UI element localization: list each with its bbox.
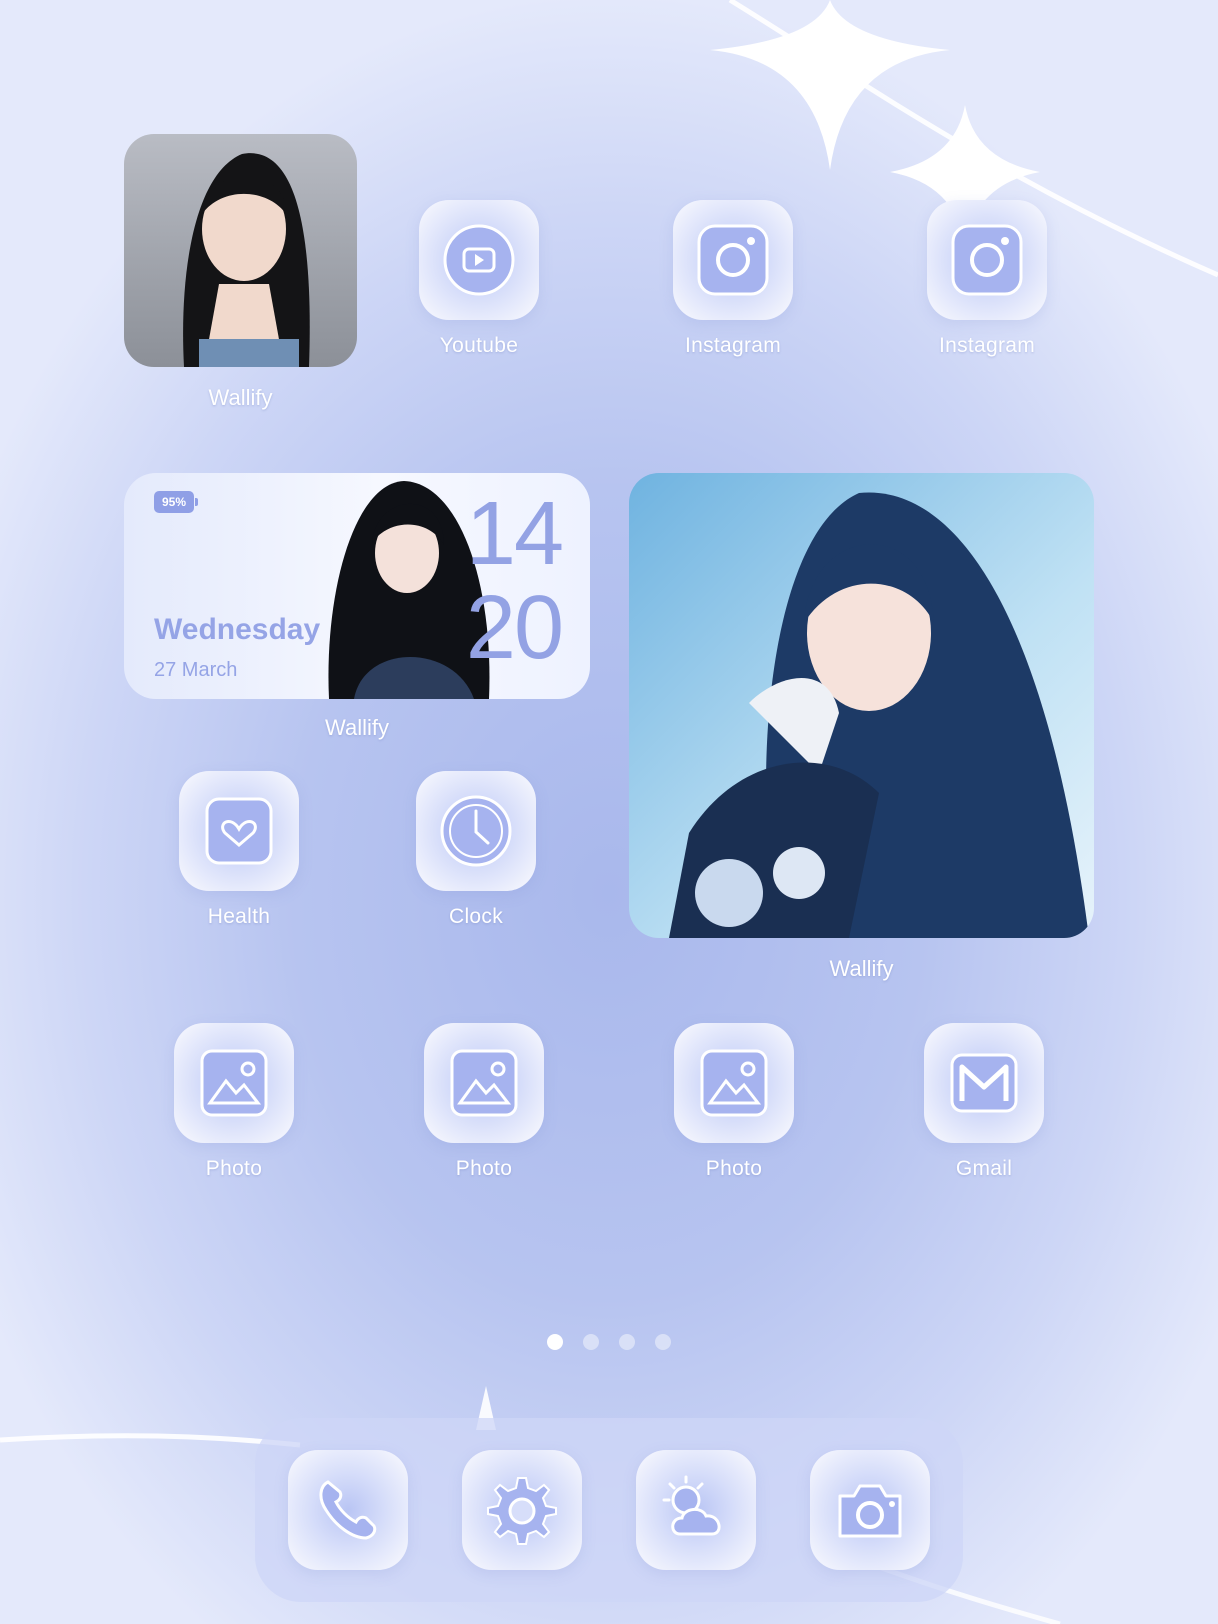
phone-app[interactable]	[288, 1450, 408, 1570]
phone-icon	[319, 1480, 377, 1540]
health-app[interactable]: Health	[169, 771, 309, 929]
app-label: Photo	[455, 1157, 513, 1180]
weather-icon	[662, 1475, 721, 1536]
photo-app-2[interactable]: Photo	[414, 1023, 554, 1181]
battery-badge: 95%	[154, 491, 198, 513]
weather-app[interactable]	[636, 1450, 756, 1570]
wallify-label: Wallify	[829, 956, 894, 981]
time-minute: 20	[465, 578, 564, 678]
date-text: 27 March	[154, 659, 238, 681]
portrait-photo	[124, 134, 357, 367]
clock-icon	[440, 795, 512, 867]
clock-app[interactable]: Clock	[406, 771, 546, 929]
wallify-label: Wallify	[208, 385, 273, 410]
photo-app-3[interactable]: Photo	[664, 1023, 804, 1181]
instagram-icon	[697, 224, 769, 296]
gmail-icon	[950, 1053, 1018, 1113]
dock	[255, 1418, 963, 1602]
instagram-app[interactable]: Instagram	[663, 200, 803, 358]
photo-app[interactable]: Photo	[164, 1023, 304, 1181]
youtube-icon	[443, 224, 515, 296]
app-label: Photo	[205, 1157, 263, 1180]
clock-card: 95% Wednesday 27 March 14 20	[124, 473, 590, 699]
page-dot-3[interactable]	[619, 1334, 635, 1350]
time-hour: 14	[465, 484, 564, 584]
app-label: Health	[207, 905, 271, 928]
app-label: Gmail	[955, 1157, 1013, 1180]
settings-app[interactable]	[462, 1450, 582, 1570]
camera-icon	[838, 1484, 902, 1538]
settings-gear-icon	[487, 1477, 557, 1545]
app-label: Youtube	[439, 334, 519, 357]
page-dot-1[interactable]	[547, 1334, 563, 1350]
app-label: Photo	[705, 1157, 763, 1180]
large-portrait-photo	[629, 473, 1094, 938]
page-dot-4[interactable]	[655, 1334, 671, 1350]
page-dot-2[interactable]	[583, 1334, 599, 1350]
instagram-app-2[interactable]: Instagram	[917, 200, 1057, 358]
heart-icon	[205, 797, 273, 865]
page-indicator[interactable]	[0, 1334, 1218, 1350]
weekday-text: Wednesday	[154, 613, 321, 646]
photo-icon	[700, 1049, 768, 1117]
app-label: Clock	[448, 905, 503, 928]
wallify-label: Wallify	[325, 715, 389, 740]
youtube-app[interactable]: Youtube	[409, 200, 549, 358]
wallify-photo-widget[interactable]: Wallify	[124, 134, 357, 411]
app-label: Instagram	[938, 334, 1036, 357]
photo-icon	[450, 1049, 518, 1117]
app-label: Instagram	[684, 334, 782, 357]
photo-icon	[200, 1049, 268, 1117]
instagram-icon	[951, 224, 1023, 296]
camera-app[interactable]	[810, 1450, 930, 1570]
gmail-app[interactable]: Gmail	[914, 1023, 1054, 1181]
clock-date-widget[interactable]: 95% Wednesday 27 March 14 20 Wallify	[124, 473, 590, 740]
large-wallify-photo-widget[interactable]: Wallify	[629, 473, 1094, 982]
